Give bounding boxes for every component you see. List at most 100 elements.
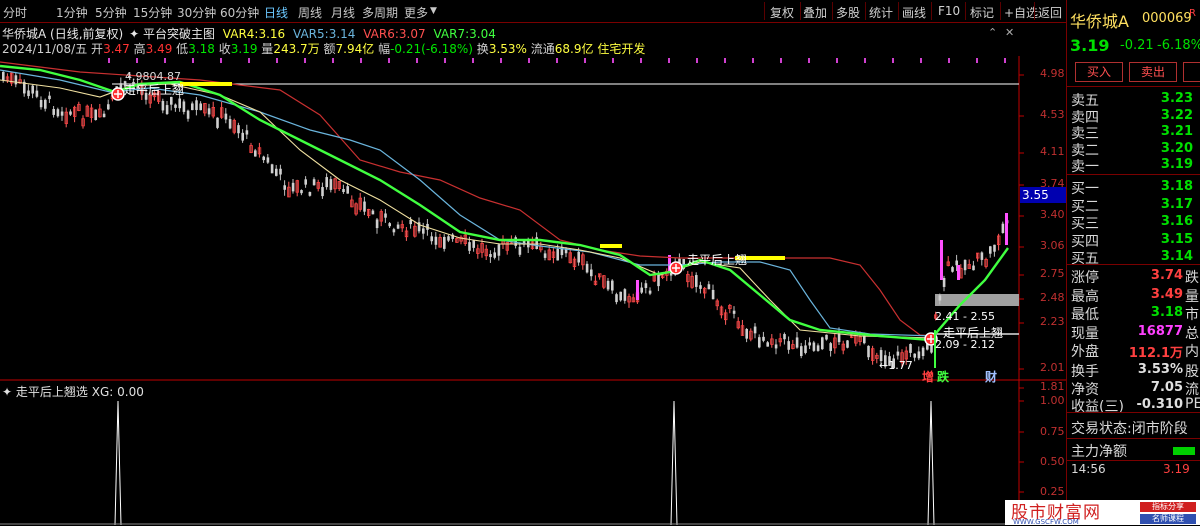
tab-monthly[interactable]: 月线 [331,4,355,21]
orderbook-level-price: 3.23 [1160,91,1193,106]
xg-label: XG: [91,385,114,399]
flag-increase[interactable]: 增 [922,368,934,385]
close-icon[interactable]: ✕ [1005,26,1014,39]
close-value: 3.19 [230,42,258,56]
buy-button[interactable]: 买入 [1075,62,1123,82]
float-value: 68.9亿 [554,42,594,56]
tab-intraday[interactable]: 分时 [3,4,27,21]
tab-5min[interactable]: 5分钟 [95,4,127,21]
candle-body [329,179,333,190]
add-favorite-button[interactable]: +自选 [1004,4,1038,21]
toolbar-divider [865,2,866,20]
flag-finance[interactable]: 财 [985,368,997,385]
watermark-tag1: 指标分享 [1140,502,1196,512]
candle-body [69,111,72,115]
candle-body [14,75,18,85]
candle-body [745,328,748,339]
tab-more[interactable]: 更多 [404,4,428,21]
xg-signal-spike [114,400,122,526]
sub-gear-icon[interactable]: ✦ [2,385,12,399]
stat-label: 最低 [1071,307,1099,323]
price-tick-label: 4.53 [1040,108,1065,121]
sector-label[interactable]: 住宅开发 [597,42,645,56]
candle-body [375,219,379,229]
tab-daily[interactable]: 日线 [264,4,288,21]
statistics-button[interactable]: 统计 [869,4,893,21]
candle-body [308,191,312,196]
collapse-icon[interactable]: ⌃ [988,26,997,39]
float-label: 流通 [530,42,555,56]
xg-signal-spike [927,400,935,526]
range-annotation-1: 2.41 - 2.55 [935,310,995,323]
flag-drop[interactable]: 跌 [937,368,949,385]
candle-body [396,224,400,229]
candle-body [342,189,345,193]
date-label: 2024/11/08/五 [2,42,88,56]
change-label: 幅 [378,42,391,56]
more-dropdown-icon[interactable]: ▼ [430,6,437,16]
candle-body [497,244,501,256]
sub-panel-title[interactable]: 走平后上翘选 [16,385,88,399]
candle-body [228,119,232,129]
orderbook-level-price: 3.17 [1160,196,1193,212]
candle-body [283,185,286,190]
kline-chart[interactable] [0,56,1066,526]
candle-body [245,130,249,135]
tab-multi-period[interactable]: 多周期 [362,4,398,21]
sell-button[interactable]: 卖出 [1129,62,1177,82]
gear-icon[interactable]: ✦ [129,27,139,41]
tab-60min[interactable]: 60分钟 [220,4,259,21]
candle-body [909,344,912,353]
tab-30min[interactable]: 30分钟 [177,4,216,21]
marker-dot [164,58,166,63]
candle-body [300,190,303,194]
tab-15min[interactable]: 15分钟 [133,4,172,21]
price-tick-label: 3.40 [1040,208,1065,221]
candle-body [493,252,496,258]
tick-price: 3.19 [1163,462,1190,476]
orderbook-level-price: 3.14 [1160,249,1193,264]
marker-dot [444,58,446,63]
marker-dot [360,58,362,63]
quick-order-button[interactable] [1183,62,1200,82]
orderbook-level-price: 3.21 [1160,124,1193,139]
close-label: 收 [218,42,231,56]
price-tick-label: 1.81 [1040,380,1065,393]
main-net-label[interactable]: 主力净额 [1071,441,1127,461]
back-button[interactable]: 返回 [1038,4,1062,21]
candle-body [846,340,849,348]
divider [1067,174,1200,175]
signal-candle [636,280,639,300]
candle-body [825,334,828,340]
amount-label: 额 [323,42,336,56]
f10-button[interactable]: F10 [938,4,960,18]
tab-weekly[interactable]: 周线 [298,4,322,21]
var5-label: VAR5: [293,27,329,41]
mark-button[interactable]: 标记 [970,4,994,21]
candle-body [930,345,933,353]
toolbar-divider [898,2,899,20]
quote-pct: -6.18% [1157,38,1200,53]
adjust-button[interactable]: 复权 [770,4,794,21]
candle-body [174,104,177,108]
candle-body [321,187,324,197]
candle-body [195,100,198,110]
multi-stock-button[interactable]: 多股 [836,4,860,21]
candle-body [409,219,412,225]
stat-value: -0.310 [1136,397,1183,412]
candle-body [165,105,169,114]
candle-body [388,223,391,227]
platform-box [935,294,1019,306]
candle-body [787,341,790,350]
draw-line-button[interactable]: 画线 [902,4,926,21]
candle-body [237,125,240,134]
toolbar-divider [1000,2,1001,20]
ma-line-blue [0,69,936,337]
watermark-tag2: 名师课程 [1140,514,1196,524]
overlay-button[interactable]: 叠加 [803,4,827,21]
marker-dot [696,58,698,63]
vol-value: 243.7万 [273,42,320,56]
indicator-name[interactable]: 平台突破主图 [143,27,215,41]
sub-tick-label: 0.25 [1040,485,1065,498]
tab-1min[interactable]: 1分钟 [56,4,88,21]
